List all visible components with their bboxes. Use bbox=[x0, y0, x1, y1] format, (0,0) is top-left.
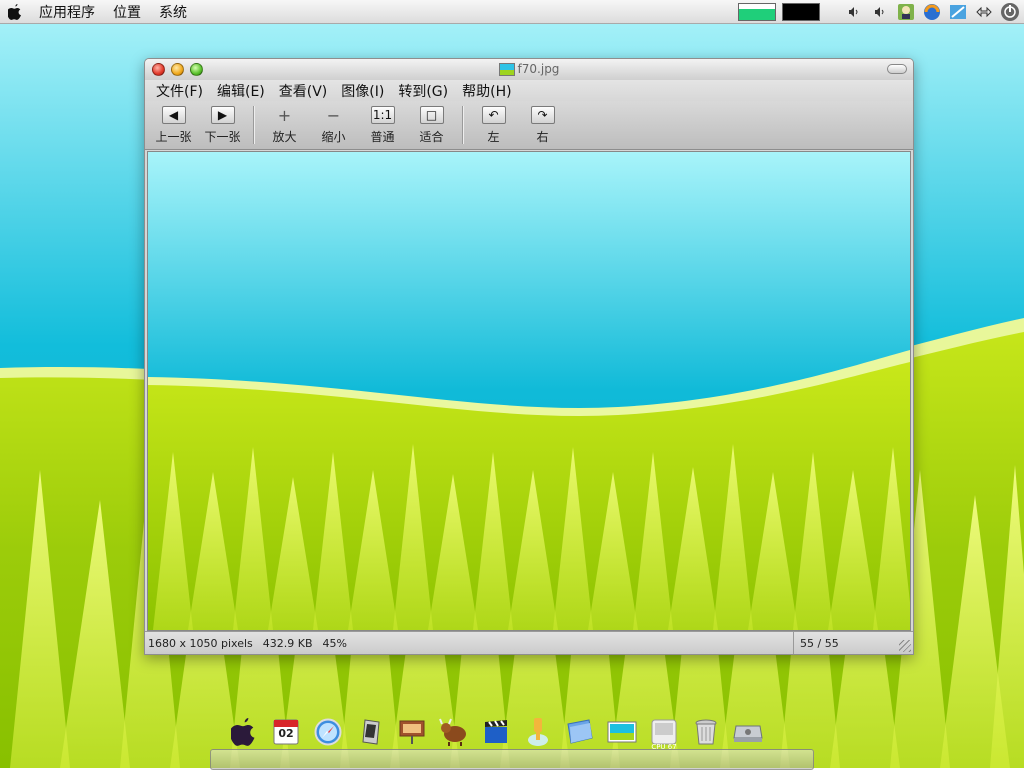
browser-icon[interactable] bbox=[922, 2, 942, 22]
normal-size-icon: 1:1 bbox=[370, 106, 395, 124]
image-viewer-window: f70.jpg 文件(F) 编辑(E) 查看(V) 图像(I) 转到(G) 帮助… bbox=[144, 58, 914, 655]
rotate-right-button[interactable]: ↷ 右 bbox=[518, 101, 567, 145]
rotate-right-icon: ↷ bbox=[530, 106, 555, 124]
dock: 02 CPU 67 bbox=[228, 716, 764, 751]
cpu-monitor-icon[interactable]: CPU 67 bbox=[648, 716, 680, 751]
toolbar-separator bbox=[253, 106, 254, 144]
menu-file[interactable]: 文件(F) bbox=[149, 81, 210, 101]
apple-menu-icon[interactable] bbox=[0, 3, 30, 20]
image-file-size: 432.9 KB bbox=[262, 636, 313, 650]
zoom-in-label: 放大 bbox=[272, 130, 297, 144]
network-app-icon[interactable] bbox=[948, 2, 968, 22]
terminal-icon[interactable] bbox=[354, 716, 386, 748]
toolbar-separator bbox=[462, 106, 463, 144]
zoom-out-icon: − bbox=[326, 105, 341, 125]
fit-label: 适合 bbox=[419, 130, 444, 144]
menu-bar: 文件(F) 编辑(E) 查看(V) 图像(I) 转到(G) 帮助(H) bbox=[145, 80, 913, 101]
calendar-date: 02 bbox=[278, 727, 294, 740]
image-position: 55 / 55 bbox=[800, 636, 839, 650]
menu-applications[interactable]: 应用程序 bbox=[30, 2, 104, 22]
calendar-icon[interactable]: 02 bbox=[270, 716, 302, 748]
next-label: 下一张 bbox=[204, 130, 241, 144]
zoom-out-label: 缩小 bbox=[321, 130, 346, 144]
dock-shelf bbox=[210, 749, 814, 770]
menu-system[interactable]: 系统 bbox=[150, 2, 196, 22]
rotate-left-label: 左 bbox=[487, 130, 500, 144]
fit-button[interactable]: □ 适合 bbox=[407, 101, 456, 145]
rotate-left-button[interactable]: ↶ 左 bbox=[469, 101, 518, 145]
image-dimensions: 1680 x 1050 pixels bbox=[148, 636, 253, 650]
toolbar: ◀ 上一张 ▶ 下一张 + 放大 − 缩小 1:1 普通 □ 适合 ↶ 左 ↷ … bbox=[145, 101, 913, 150]
power-icon[interactable] bbox=[1000, 2, 1020, 22]
lamp-icon[interactable] bbox=[522, 716, 554, 748]
network-arrows-icon[interactable] bbox=[974, 2, 994, 22]
safari-icon[interactable] bbox=[312, 716, 344, 748]
clapper-icon[interactable] bbox=[480, 716, 512, 748]
window-title: f70.jpg bbox=[517, 62, 560, 76]
zoom-in-icon: + bbox=[277, 105, 292, 125]
normal-size-label: 普通 bbox=[370, 130, 395, 144]
zoom-in-button[interactable]: + 放大 bbox=[260, 101, 309, 145]
status-bar: 1680 x 1050 pixels 432.9 KB 45% 55 / 55 bbox=[145, 631, 913, 654]
menu-edit[interactable]: 编辑(E) bbox=[210, 81, 272, 101]
top-panel: 应用程序 位置 系统 bbox=[0, 0, 1024, 24]
previous-icon: ◀ bbox=[161, 106, 186, 124]
gnu-icon[interactable] bbox=[438, 716, 470, 748]
menu-places[interactable]: 位置 bbox=[104, 2, 150, 22]
trash-icon[interactable] bbox=[690, 716, 722, 748]
volume-icon[interactable] bbox=[844, 2, 864, 22]
image-viewer-icon[interactable] bbox=[606, 716, 638, 748]
zoom-level: 45% bbox=[322, 636, 347, 650]
image-canvas[interactable] bbox=[147, 151, 911, 631]
normal-size-button[interactable]: 1:1 普通 bbox=[358, 101, 407, 145]
apple-icon[interactable] bbox=[228, 716, 260, 748]
next-icon: ▶ bbox=[210, 106, 235, 124]
presentation-icon[interactable] bbox=[396, 716, 428, 748]
toolbar-toggle-button[interactable] bbox=[887, 64, 907, 74]
resize-grip[interactable] bbox=[899, 640, 911, 652]
rotate-right-label: 右 bbox=[536, 130, 549, 144]
menu-view[interactable]: 查看(V) bbox=[272, 81, 335, 101]
system-monitor-graph[interactable] bbox=[738, 2, 776, 21]
drive-icon[interactable] bbox=[732, 716, 764, 748]
menu-help[interactable]: 帮助(H) bbox=[455, 81, 518, 101]
cpu-label: CPU 67 bbox=[651, 743, 677, 751]
user-icon[interactable] bbox=[896, 2, 916, 22]
zoom-out-button[interactable]: − 缩小 bbox=[309, 101, 358, 145]
next-button[interactable]: ▶ 下一张 bbox=[198, 101, 247, 145]
menu-go[interactable]: 转到(G) bbox=[391, 81, 455, 101]
network-monitor-graph[interactable] bbox=[782, 2, 820, 21]
fit-icon: □ bbox=[419, 106, 444, 124]
rotate-left-icon: ↶ bbox=[481, 106, 506, 124]
folder-icon[interactable] bbox=[564, 716, 596, 748]
image-file-icon bbox=[498, 62, 515, 76]
previous-button[interactable]: ◀ 上一张 bbox=[149, 101, 198, 145]
volume-icon-2[interactable] bbox=[870, 2, 890, 22]
menu-image[interactable]: 图像(I) bbox=[334, 81, 391, 101]
window-titlebar[interactable]: f70.jpg bbox=[145, 59, 913, 80]
previous-label: 上一张 bbox=[155, 130, 192, 144]
